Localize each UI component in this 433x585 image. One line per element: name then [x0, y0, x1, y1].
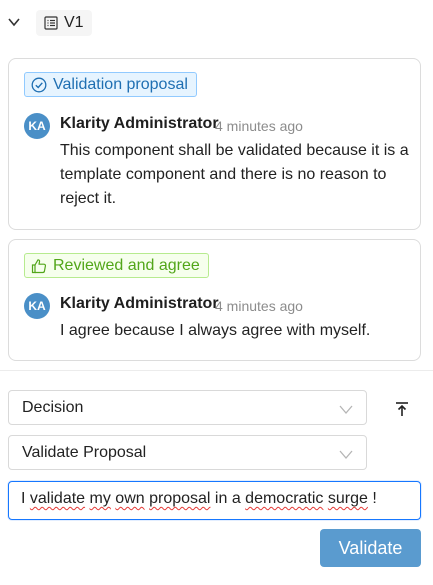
collapse-to-top-icon[interactable]	[393, 400, 411, 418]
comment-card: Reviewed and agree KA Klarity Administra…	[8, 239, 421, 361]
timestamp: 4 minutes ago	[215, 298, 303, 314]
list-icon	[44, 16, 58, 30]
check-circle-icon	[31, 77, 47, 92]
timestamp: 4 minutes ago	[215, 118, 303, 134]
chevron-down-icon[interactable]	[6, 14, 22, 30]
comment-card: Validation proposal KA Klarity Administr…	[8, 58, 421, 230]
misspelled-word: surge	[327, 490, 368, 507]
status-badge: Reviewed and agree	[24, 253, 209, 278]
misspelled-word: my	[89, 490, 111, 507]
comment-input[interactable]: I validate my own proposal in a democrat…	[8, 481, 421, 520]
decision-select[interactable]: Decision	[8, 390, 367, 425]
badge-label: Validation proposal	[53, 75, 188, 93]
avatar: KA	[24, 113, 50, 139]
thumbs-up-icon	[31, 258, 47, 273]
misspelled-word: validate	[29, 490, 86, 507]
misspelled-word: democratic	[245, 490, 324, 507]
version-label: V1	[64, 14, 84, 31]
misspelled-word: own	[115, 490, 145, 507]
chevron-down-icon	[339, 450, 353, 459]
author-name: Klarity Administrator	[60, 295, 219, 312]
avatar: KA	[24, 293, 50, 319]
decision-value: Decision	[22, 399, 84, 416]
misspelled-word: proposal	[149, 490, 211, 507]
version-header: V1	[0, 8, 433, 38]
validate-button[interactable]: Validate	[320, 529, 421, 567]
proposal-select[interactable]: Validate Proposal	[8, 435, 367, 470]
proposal-value: Validate Proposal	[22, 444, 147, 461]
version-chip[interactable]: V1	[36, 10, 92, 36]
status-badge: Validation proposal	[24, 72, 197, 97]
chevron-down-icon	[339, 405, 353, 414]
comment-text: This component shall be validated becaus…	[60, 142, 409, 207]
comment-text: I agree because I always agree with myse…	[60, 322, 371, 339]
badge-label: Reviewed and agree	[53, 256, 200, 274]
divider	[0, 370, 433, 371]
author-name: Klarity Administrator	[60, 115, 219, 132]
